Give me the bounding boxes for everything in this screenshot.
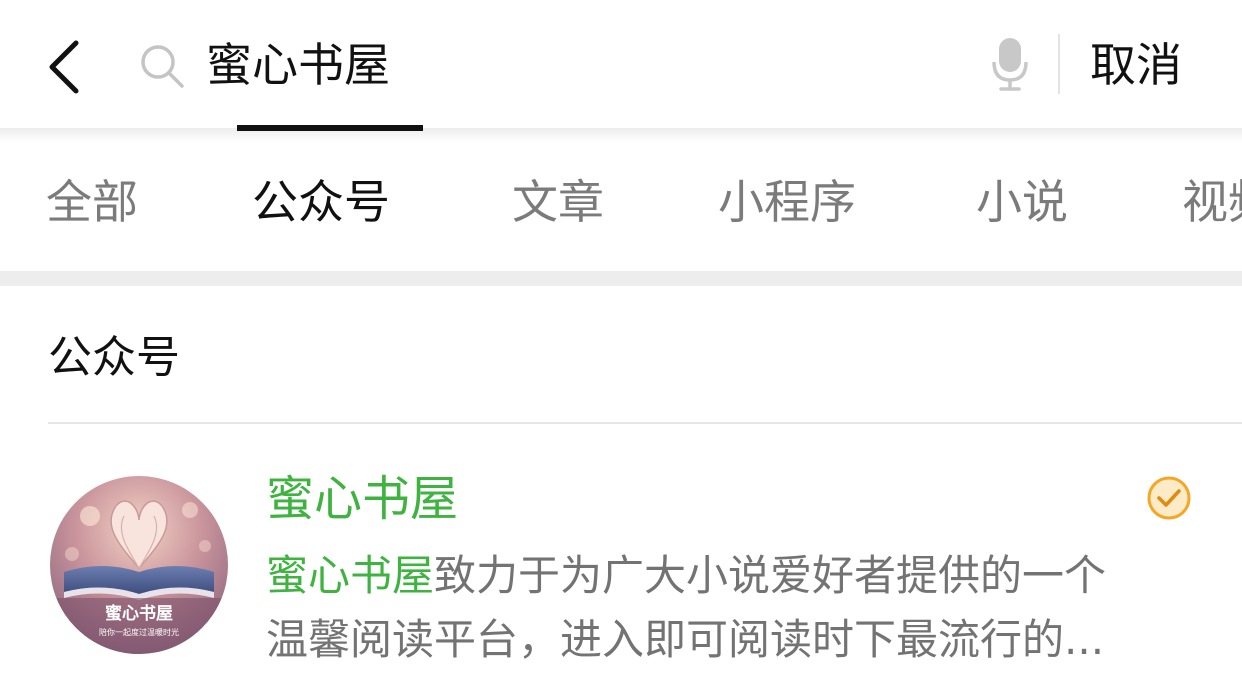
tab-articles[interactable]: 文章 (512, 170, 604, 234)
description-line-2: 温馨阅读平台，进入即可阅读时下最流行的... (266, 615, 1105, 664)
active-tab-indicator (237, 125, 423, 131)
back-button[interactable] (40, 35, 90, 95)
tabs-divider (0, 271, 1242, 286)
category-tabs: 全部 公众号 文章 小程序 小说 视频 (0, 140, 1242, 272)
section-divider (48, 422, 1242, 424)
tab-mini-programs[interactable]: 小程序 (718, 170, 856, 234)
account-description: 蜜心书屋致力于为广大小说爱好者提供的一个 温馨阅读平台，进入即可阅读时下最流行的… (266, 544, 1196, 672)
description-line-1: 蜜心书屋致力于为广大小说爱好者提供的一个 (266, 544, 1196, 608)
tab-all[interactable]: 全部 (46, 170, 138, 234)
search-icon (138, 42, 186, 90)
description-text-1: 致力于为广大小说爱好者提供的一个 (434, 551, 1107, 600)
search-results-page: 取消 全部 公众号 文章 小程序 小说 视频 公众号 (0, 0, 1242, 681)
verified-check-icon (1146, 475, 1192, 521)
avatar-title: 蜜心书屋 (105, 603, 173, 624)
account-name: 蜜心书屋 (266, 471, 459, 527)
tab-novels[interactable]: 小说 (976, 170, 1068, 234)
account-avatar: 蜜心书屋 陪你一起度过温暖时光 (50, 476, 228, 654)
cancel-button[interactable]: 取消 (1090, 34, 1182, 96)
avatar-subtitle: 陪你一起度过温暖时光 (99, 627, 179, 637)
description-highlight: 蜜心书屋 (266, 551, 435, 600)
tab-videos[interactable]: 视频 (1182, 170, 1242, 234)
microphone-icon[interactable] (990, 36, 1030, 92)
search-divider (1058, 34, 1060, 94)
chevron-left-icon (49, 40, 79, 94)
search-input[interactable] (206, 30, 946, 100)
section-title: 公众号 (48, 332, 180, 383)
tab-official-accounts[interactable]: 公众号 (252, 170, 390, 234)
account-result-card[interactable]: 蜜心书屋 陪你一起度过温暖时光 蜜心书屋 蜜心书屋致力于为广大小说爱好者提供的一… (0, 440, 1242, 681)
search-bar: 取消 (0, 0, 1242, 130)
